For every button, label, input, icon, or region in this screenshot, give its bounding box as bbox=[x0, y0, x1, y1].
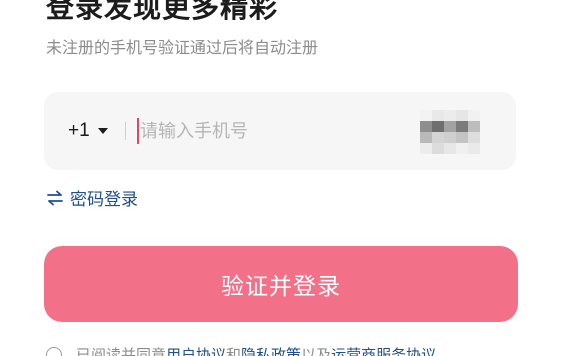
page-subtitle: 未注册的手机号验证通过后将自动注册 bbox=[46, 38, 319, 57]
mosaic-tile bbox=[468, 132, 480, 143]
mosaic-tile bbox=[444, 121, 456, 132]
mosaic-tile bbox=[444, 110, 456, 121]
mosaic-tile bbox=[468, 110, 480, 121]
mosaic-tile bbox=[432, 121, 444, 132]
phone-input-container: +1 bbox=[44, 92, 516, 170]
mosaic-tile bbox=[432, 143, 444, 154]
user-agreement-link[interactable]: 用户协议 bbox=[166, 344, 226, 356]
password-login-switch[interactable]: 密码登录 bbox=[46, 185, 138, 210]
phone-number-input[interactable] bbox=[140, 114, 410, 148]
login-page: 登录发现更多精彩 未注册的手机号验证通过后将自动注册 +1 密码登录 验证并登录… bbox=[0, 0, 576, 356]
caret-down-icon bbox=[97, 128, 108, 134]
agreement-row: 已阅读并同意 用户协议 和 隐私政策 以及 运营商服务协议 bbox=[46, 344, 436, 356]
mosaic-tile bbox=[432, 132, 444, 143]
page-title: 登录发现更多精彩 bbox=[46, 0, 279, 24]
mosaic-tile bbox=[444, 132, 456, 143]
agreement-and: 和 bbox=[226, 346, 242, 356]
country-code-label: +1 bbox=[68, 120, 90, 141]
verify-and-login-button[interactable]: 验证并登录 bbox=[44, 246, 518, 322]
mosaic-tile bbox=[432, 110, 444, 121]
mosaic-tile bbox=[420, 143, 432, 154]
text-cursor bbox=[137, 118, 139, 144]
agreement-checkbox[interactable] bbox=[46, 346, 62, 356]
agreement-and-also: 以及 bbox=[301, 346, 332, 356]
country-code-selector[interactable]: +1 bbox=[68, 119, 108, 143]
mosaic-tile bbox=[456, 121, 468, 132]
mosaic-tile bbox=[456, 143, 468, 154]
mosaic-tile bbox=[420, 110, 432, 121]
privacy-policy-link[interactable]: 隐私政策 bbox=[241, 344, 301, 356]
pixelated-redaction bbox=[420, 110, 480, 154]
swap-arrows-icon bbox=[47, 190, 63, 205]
mosaic-tile bbox=[420, 121, 432, 132]
mosaic-tile bbox=[444, 143, 456, 154]
password-login-label: 密码登录 bbox=[70, 190, 138, 210]
mosaic-tile bbox=[468, 121, 480, 132]
carrier-agreement-link[interactable]: 运营商服务协议 bbox=[331, 344, 436, 356]
mosaic-tile bbox=[420, 132, 432, 143]
agreement-prefix: 已阅读并同意 bbox=[76, 346, 167, 356]
mosaic-tile bbox=[456, 110, 468, 121]
divider bbox=[125, 122, 126, 140]
mosaic-tile bbox=[468, 143, 480, 154]
mosaic-tile bbox=[456, 132, 468, 143]
